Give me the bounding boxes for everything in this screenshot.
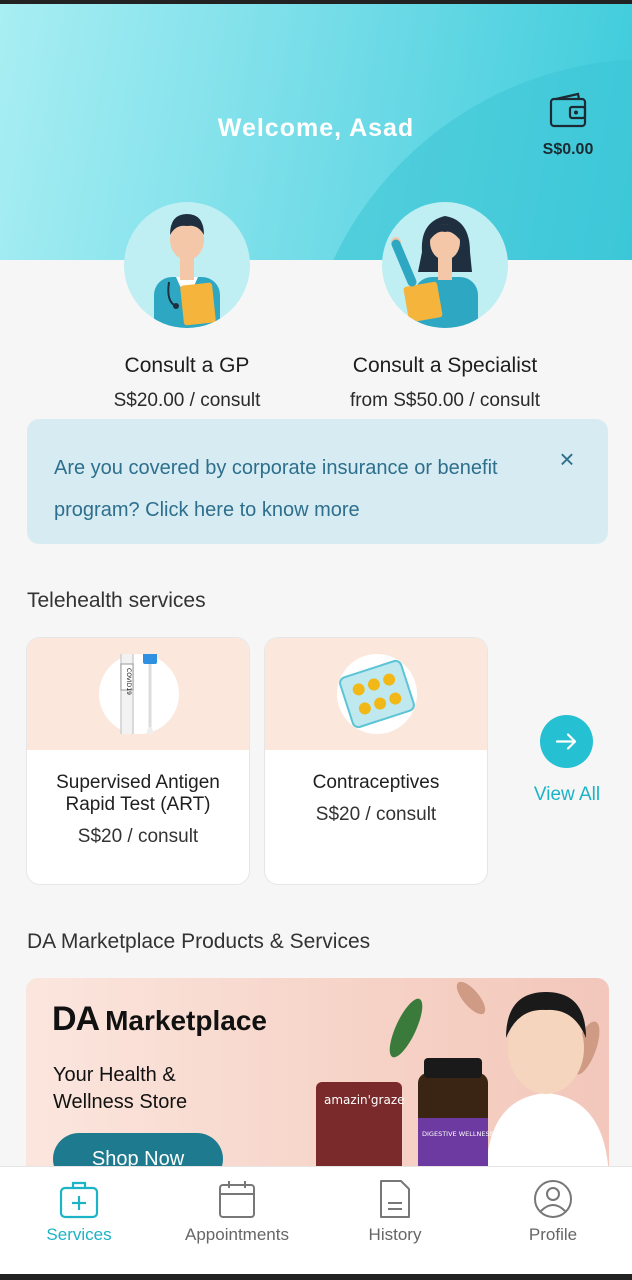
brand-logo-name: Marketplace — [105, 1005, 267, 1036]
brand-logo-mark: DA — [52, 1000, 100, 1038]
male-doctor-illustration — [154, 214, 220, 328]
nav-profile[interactable]: Profile — [483, 1179, 623, 1245]
welcome-title: Welcome, Asad — [217, 114, 415, 142]
consult-specialist-price: from S$50.00 / consult — [349, 390, 541, 411]
calendar-icon — [219, 1181, 255, 1218]
nav-services[interactable]: Services — [9, 1179, 149, 1245]
insurance-banner-text[interactable]: Are you covered by corporate insurance o… — [54, 447, 528, 531]
view-all-button[interactable] — [540, 715, 593, 768]
close-icon[interactable]: × — [554, 446, 580, 472]
supplement-bottle-label: DIGESTIVE WELLNESS FORMULA — [422, 1130, 528, 1138]
wallet-icon — [549, 92, 587, 128]
consult-specialist-avatar[interactable] — [382, 202, 508, 328]
system-nav-bar — [0, 1274, 632, 1280]
marketplace-logo: DA Marketplace — [52, 1000, 267, 1039]
service-card-price: S$20 / consult — [315, 804, 437, 825]
user-icon — [534, 1180, 572, 1218]
nav-services-label: Services — [46, 1225, 112, 1244]
consult-specialist-title[interactable]: Consult a Specialist — [315, 354, 575, 378]
view-all-link[interactable]: View All — [522, 784, 612, 806]
document-icon — [380, 1180, 410, 1218]
test-tube-icon: COVID19 — [120, 647, 157, 739]
consult-gp-title[interactable]: Consult a GP — [57, 354, 317, 378]
service-card-price: S$20 / consult — [77, 826, 199, 847]
nav-history[interactable]: History — [325, 1179, 465, 1245]
test-tube-image: COVID19 — [99, 647, 179, 739]
consult-gp-avatar[interactable] — [124, 202, 250, 328]
pill-pack-image — [337, 654, 417, 734]
service-card-title: Supervised Antigen Rapid Test (ART) — [56, 772, 220, 815]
consult-gp-price: S$20.00 / consult — [113, 390, 261, 411]
snack-pack-label: amazin'graze — [324, 1093, 405, 1107]
wallet-button[interactable] — [540, 92, 596, 130]
pill-pack-icon — [339, 659, 415, 729]
medical-bag-icon — [59, 1181, 99, 1219]
nav-profile-label: Profile — [528, 1225, 578, 1244]
marketplace-banner[interactable]: amazin'graze DIGESTIVE WELLNESS FORMULA … — [26, 978, 609, 1178]
arrow-right-icon — [555, 733, 577, 750]
insurance-banner[interactable]: Are you covered by corporate insurance o… — [27, 419, 608, 544]
service-card-title: Contraceptives — [312, 772, 440, 793]
card-image-area: COVID19 — [27, 638, 249, 750]
service-card-art[interactable]: COVID19 Supervised Antigen Rapid Test (A… — [26, 637, 250, 885]
tube-label: COVID19 — [125, 668, 132, 695]
telehealth-section-title: Telehealth services — [27, 589, 206, 612]
service-card-contraceptives[interactable]: Contraceptives S$20 / consult — [264, 637, 488, 885]
nav-appointments[interactable]: Appointments — [167, 1179, 307, 1245]
nav-history-label: History — [368, 1225, 422, 1244]
nav-appointments-label: Appointments — [185, 1225, 289, 1244]
wallet-balance[interactable]: S$0.00 — [528, 141, 608, 159]
marketplace-section-title: DA Marketplace Products & Services — [27, 930, 371, 953]
female-doctor-illustration — [391, 216, 478, 328]
marketplace-tagline: Your Health & Wellness Store — [53, 1064, 188, 1113]
bottom-navigation: Services Appointments History Profile — [0, 1166, 632, 1274]
card-image-area — [265, 638, 487, 750]
